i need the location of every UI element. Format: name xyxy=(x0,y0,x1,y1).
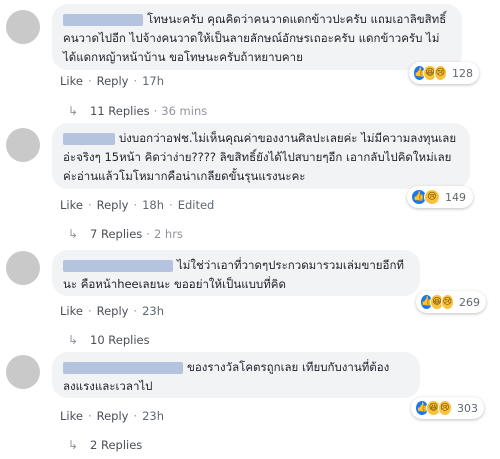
separator: · xyxy=(153,104,158,118)
separator: · xyxy=(169,198,173,212)
reactions-summary[interactable]: 👍 😆 😢 128 xyxy=(409,62,479,84)
separator: · xyxy=(133,409,138,423)
sad-icon: 😢 xyxy=(433,65,447,81)
reply-arrow-icon: ↳ xyxy=(68,333,79,347)
timestamp[interactable]: 17h xyxy=(142,74,164,88)
reply-arrow-icon: ↳ xyxy=(68,104,79,118)
comment-actions: Like · Reply · 17h xyxy=(60,74,164,88)
comment-bubble: ไม่ใช่ว่าเอาที่วาดๆประกวดมารวมเล่มขายอีก… xyxy=(52,250,420,296)
replies-time: 2 hrs xyxy=(153,227,183,241)
separator: · xyxy=(133,198,138,212)
reply-arrow-icon: ↳ xyxy=(68,227,79,241)
comment-bubble: โทษนะครับ คุณคิดว่าคนวาดแดกข้าวปะครับ แถ… xyxy=(52,4,462,70)
avatar[interactable] xyxy=(6,251,40,285)
reply-link[interactable]: Reply xyxy=(97,198,129,212)
author-name[interactable] xyxy=(63,132,115,145)
separator: · xyxy=(87,304,92,318)
replies-time: 36 mins xyxy=(161,104,208,118)
separator: · xyxy=(133,74,138,88)
author-name[interactable] xyxy=(63,259,173,272)
reaction-count: 128 xyxy=(451,66,473,80)
replies-count[interactable]: 11 Replies xyxy=(90,104,150,118)
reactions-summary[interactable]: 👍 😆 😢 269 xyxy=(416,291,486,313)
comment-bubble: ของรางวัลโคตรถูกเลย เทียบกับงานที่ต้องลง… xyxy=(52,352,420,398)
reply-link[interactable]: Reply xyxy=(97,74,129,88)
reaction-count: 149 xyxy=(445,190,466,204)
separator: · xyxy=(87,409,92,423)
replies-count[interactable]: 2 Replies xyxy=(90,438,142,452)
separator: · xyxy=(133,304,138,318)
like-link[interactable]: Like xyxy=(60,198,83,212)
reaction-count: 303 xyxy=(456,401,478,415)
timestamp[interactable]: 23h xyxy=(142,304,164,318)
sad-icon: 😢 xyxy=(437,400,452,416)
separator: · xyxy=(146,227,150,241)
avatar[interactable] xyxy=(6,128,40,162)
reply-link[interactable]: Reply xyxy=(97,304,129,318)
view-replies[interactable]: ↳ 2 Replies xyxy=(68,438,142,452)
view-replies[interactable]: ↳ 10 Replies xyxy=(68,333,150,347)
edited-label[interactable]: Edited xyxy=(178,198,215,212)
avatar[interactable] xyxy=(6,355,40,389)
sad-icon: 😢 xyxy=(440,294,454,310)
like-link[interactable]: Like xyxy=(60,74,83,88)
comment-actions: Like · Reply · 23h xyxy=(60,304,164,318)
comment-actions: Like · Reply · 18h · Edited xyxy=(60,198,214,212)
view-replies[interactable]: ↳ 7 Replies · 2 hrs xyxy=(68,227,183,241)
comment-actions: Like · Reply · 23h xyxy=(60,409,164,423)
reaction-count: 269 xyxy=(458,295,480,309)
comment-bubble: บ่งบอกว่าอฟช.ไม่เห็นคุณค่าของงานศิลปะเลย… xyxy=(52,123,470,189)
comment-text: บ่งบอกว่าอฟช.ไม่เห็นคุณค่าของงานศิลปะเลย… xyxy=(63,131,457,183)
reactions-summary[interactable]: 👍 😢 149 xyxy=(407,186,473,208)
sad-icon: 😢 xyxy=(424,189,440,205)
reactions-summary[interactable]: 👍 😆 😢 303 xyxy=(411,397,484,419)
reply-arrow-icon: ↳ xyxy=(68,438,79,452)
author-name[interactable] xyxy=(63,361,183,374)
author-name[interactable] xyxy=(63,13,143,26)
like-link[interactable]: Like xyxy=(60,304,83,318)
avatar[interactable] xyxy=(6,10,40,44)
replies-count[interactable]: 10 Replies xyxy=(90,333,150,347)
separator: · xyxy=(87,74,92,88)
view-replies[interactable]: ↳ 11 Replies · 36 mins xyxy=(68,104,207,118)
replies-count[interactable]: 7 Replies xyxy=(90,227,142,241)
separator: · xyxy=(87,198,92,212)
reply-link[interactable]: Reply xyxy=(97,409,129,423)
timestamp[interactable]: 23h xyxy=(142,409,164,423)
like-link[interactable]: Like xyxy=(60,409,83,423)
timestamp[interactable]: 18h xyxy=(142,198,164,212)
